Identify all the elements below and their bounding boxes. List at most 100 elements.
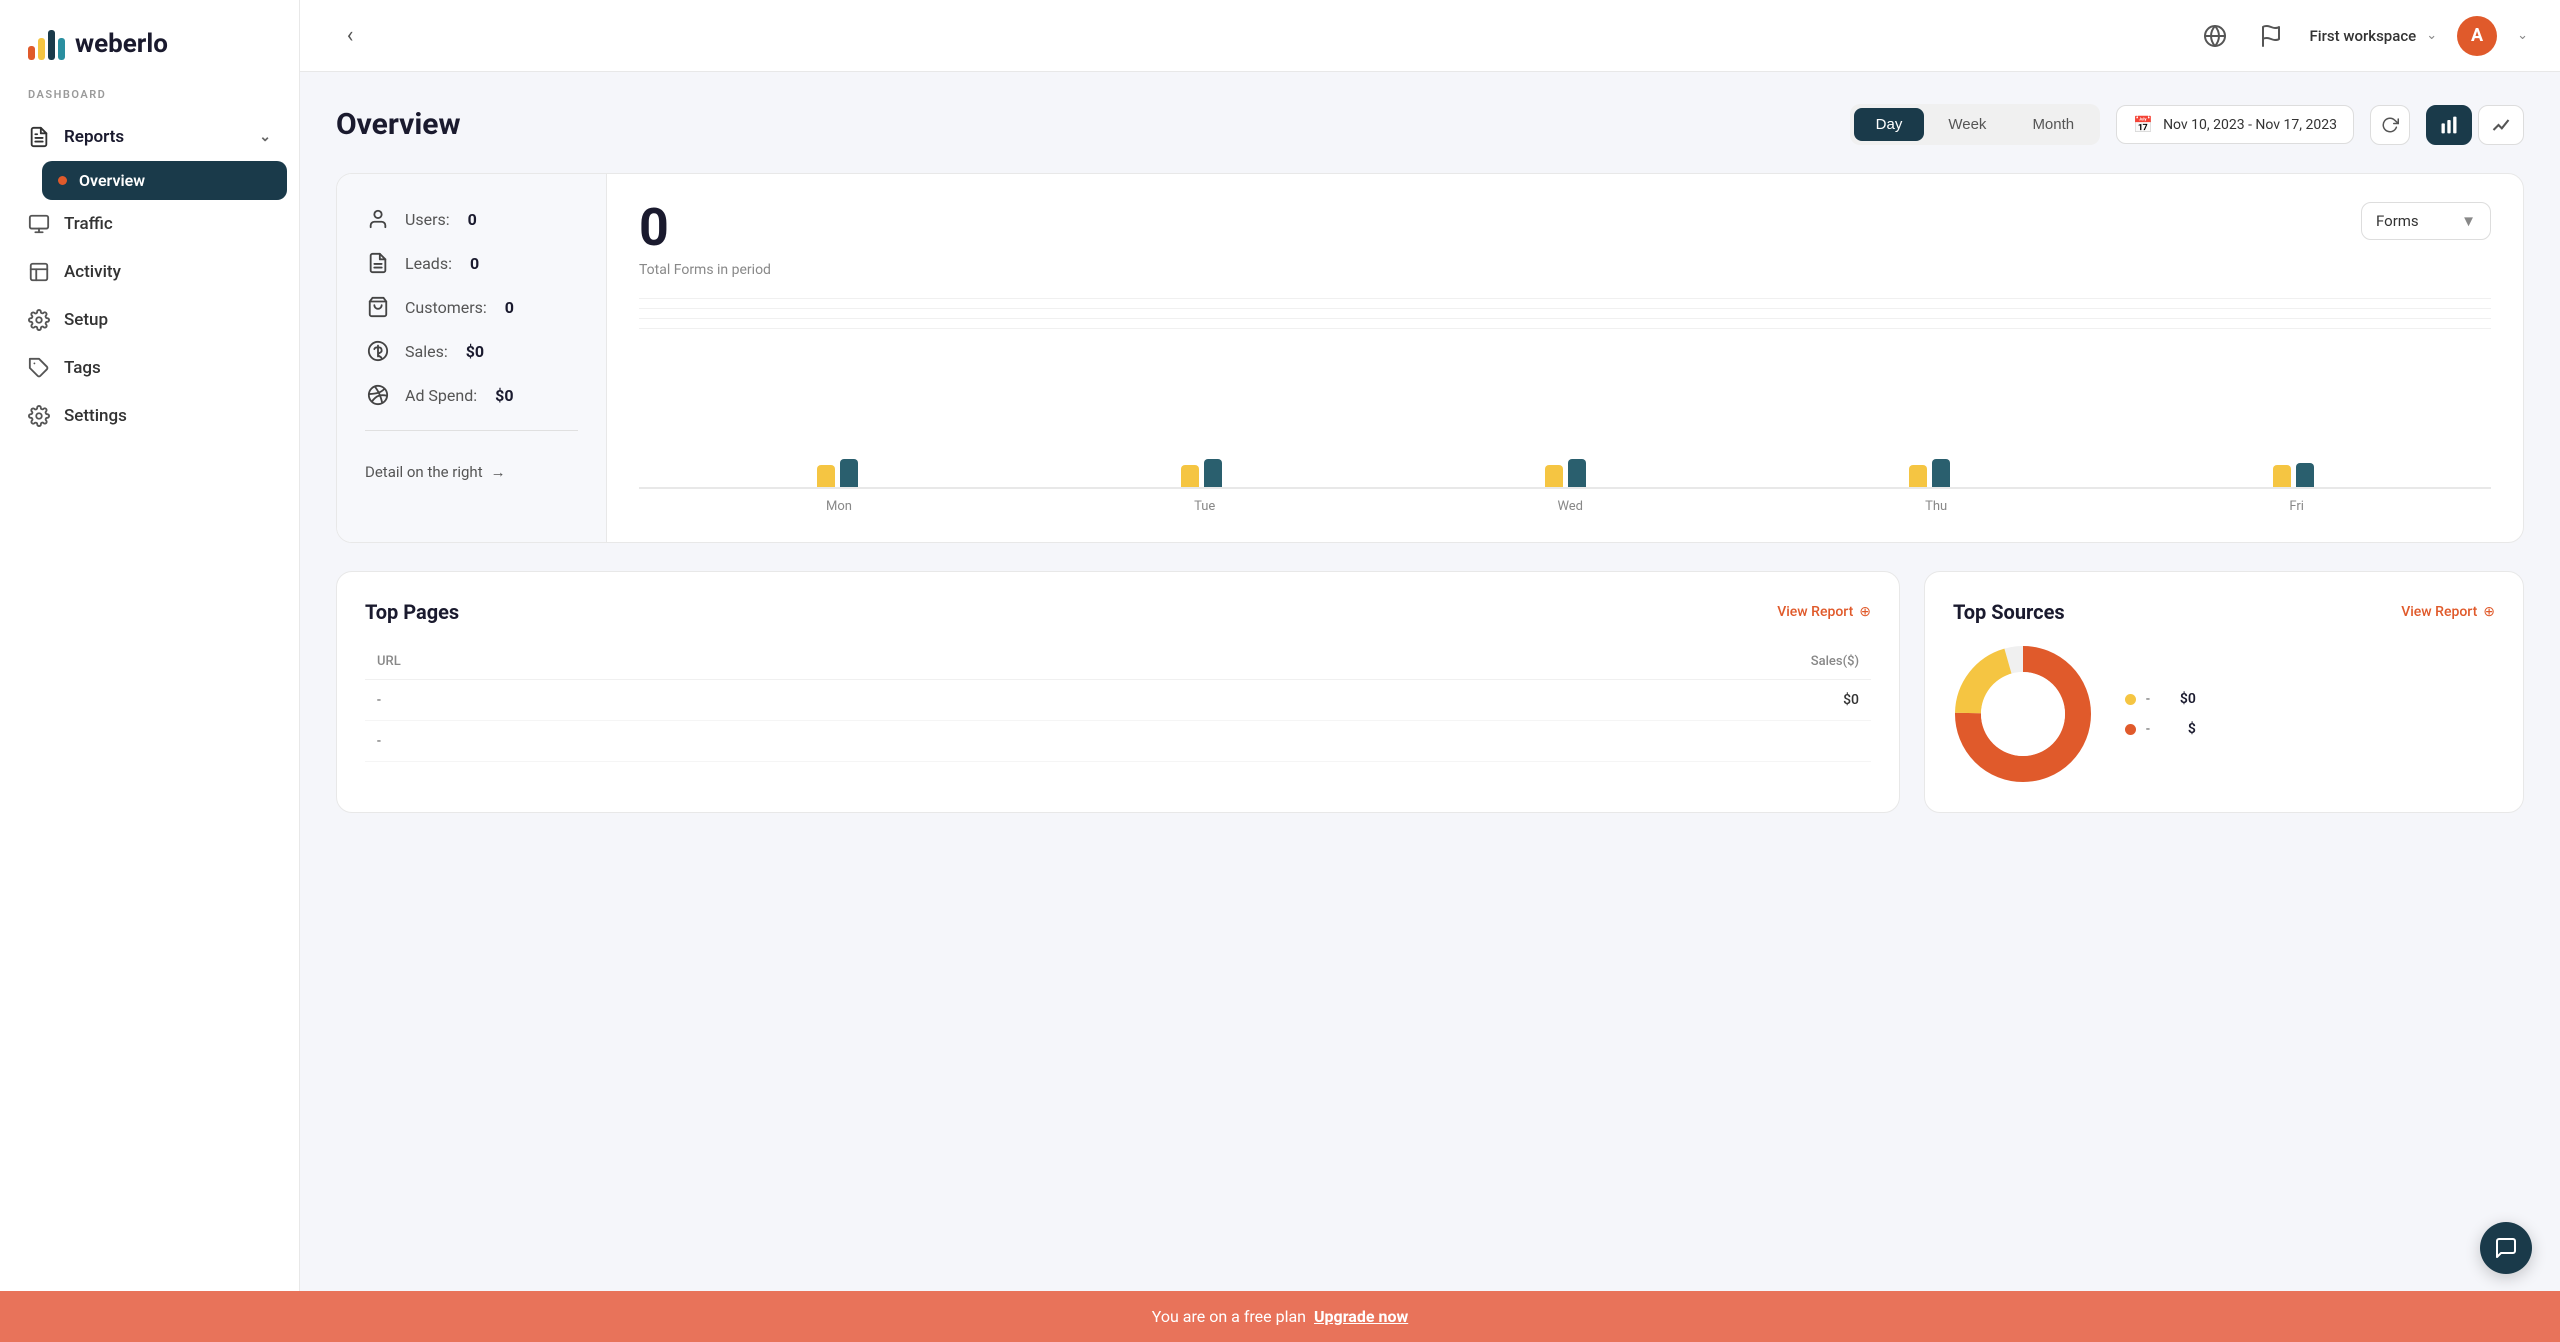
label-tue: Tue bbox=[1194, 499, 1215, 514]
subnav-reports: Overview bbox=[12, 161, 287, 200]
top-sources-header: Top Sources View Report ⊕ bbox=[1953, 600, 2495, 624]
avatar-chevron-icon[interactable]: ⌄ bbox=[2517, 28, 2528, 43]
content-area: Overview Day Week Month 📅 Nov 10, 2023 -… bbox=[300, 72, 2560, 1342]
leads-icon bbox=[365, 250, 391, 276]
sales-label: Sales: bbox=[405, 342, 448, 361]
stats-chart-card: Users: 0 Leads: 0 bbox=[336, 173, 2524, 543]
top-sources-view-report-icon: ⊕ bbox=[2483, 604, 2495, 620]
workspace-selector[interactable]: First workspace ⌄ bbox=[2309, 27, 2437, 45]
top-pages-view-report[interactable]: View Report ⊕ bbox=[1777, 604, 1871, 620]
bar-thu-yellow bbox=[1909, 465, 1927, 487]
top-pages-header: Top Pages View Report ⊕ bbox=[365, 600, 1871, 624]
table-row: - $0 bbox=[365, 680, 1871, 721]
sidebar-item-tags[interactable]: Tags bbox=[12, 344, 287, 392]
workspace-chevron-icon: ⌄ bbox=[2426, 28, 2437, 43]
chart-top: 0 Total Forms in period Forms ▼ bbox=[639, 202, 2491, 278]
sales-column-header: Sales($) bbox=[964, 644, 1871, 680]
bars-row bbox=[639, 329, 2491, 489]
stats-panel: Users: 0 Leads: 0 bbox=[337, 174, 607, 542]
bar-chart-button[interactable] bbox=[2426, 105, 2472, 145]
dashboard-label: DASHBOARD bbox=[0, 88, 299, 113]
tab-month[interactable]: Month bbox=[2010, 108, 2096, 141]
chart-total-area: 0 Total Forms in period bbox=[639, 202, 771, 278]
donut-area: - $0 - $ bbox=[1953, 644, 2495, 784]
sidebar-item-activity-label: Activity bbox=[64, 262, 121, 282]
sidebar-item-activity[interactable]: Activity bbox=[12, 248, 287, 296]
chart-dropdown-label: Forms bbox=[2376, 212, 2419, 230]
top-sources-view-report[interactable]: View Report ⊕ bbox=[2401, 604, 2495, 620]
donut-legend: - $0 - $ bbox=[2125, 691, 2196, 737]
bar-group-mon bbox=[817, 459, 858, 487]
url-column-header: URL bbox=[365, 644, 964, 680]
bar-tue-yellow bbox=[1181, 465, 1199, 487]
users-value: 0 bbox=[468, 210, 477, 229]
sidebar-item-overview[interactable]: Overview bbox=[42, 161, 287, 200]
sidebar-item-setup[interactable]: Setup bbox=[12, 296, 287, 344]
tab-week[interactable]: Week bbox=[1926, 108, 2008, 141]
reports-icon bbox=[28, 126, 50, 148]
overview-header: Overview Day Week Month 📅 Nov 10, 2023 -… bbox=[336, 104, 2524, 145]
tab-day[interactable]: Day bbox=[1854, 108, 1925, 141]
bar-mon-teal bbox=[840, 459, 858, 487]
legend-dot-yellow bbox=[2125, 694, 2136, 705]
chart-dropdown[interactable]: Forms ▼ bbox=[2361, 202, 2491, 240]
flag-icon[interactable] bbox=[2253, 18, 2289, 54]
date-range-selector[interactable]: 📅 Nov 10, 2023 - Nov 17, 2023 bbox=[2116, 105, 2354, 144]
logo-area: weberlo bbox=[0, 0, 299, 88]
bar-thu-teal bbox=[1932, 459, 1950, 487]
top-header: ‹ First workspace ⌄ A ⌄ bbox=[300, 0, 2560, 72]
nav-section: Reports ⌄ Overview Traffic bbox=[0, 113, 299, 440]
overview-dot bbox=[58, 176, 67, 185]
url-cell: - bbox=[365, 721, 964, 762]
sidebar-item-traffic[interactable]: Traffic bbox=[12, 200, 287, 248]
bar-group-tue bbox=[1181, 459, 1222, 487]
bar-wed-teal bbox=[1568, 459, 1586, 487]
stat-leads: Leads: 0 bbox=[365, 250, 578, 276]
users-label: Users: bbox=[405, 210, 450, 229]
top-pages-card: Top Pages View Report ⊕ URL Sales($) bbox=[336, 571, 1900, 813]
chart-total: 0 bbox=[639, 202, 771, 254]
bar-fri-yellow bbox=[2273, 465, 2291, 487]
bar-mon-yellow bbox=[817, 465, 835, 487]
detail-link-text: Detail on the right bbox=[365, 463, 483, 481]
url-cell: - bbox=[365, 680, 964, 721]
adspend-value: $0 bbox=[495, 386, 513, 405]
detail-link[interactable]: Detail on the right → bbox=[365, 463, 578, 481]
globe-icon[interactable] bbox=[2197, 18, 2233, 54]
legend-value-yellow: $0 bbox=[2160, 691, 2196, 707]
date-range-text: Nov 10, 2023 - Nov 17, 2023 bbox=[2163, 117, 2337, 133]
day-labels: Mon Tue Wed Thu Fri bbox=[639, 489, 2491, 514]
table-header-row: URL Sales($) bbox=[365, 644, 1871, 680]
label-wed: Wed bbox=[1557, 499, 1583, 514]
stat-users: Users: 0 bbox=[365, 206, 578, 232]
sidebar-item-traffic-label: Traffic bbox=[64, 214, 113, 234]
logo-icon bbox=[28, 28, 65, 60]
setup-icon bbox=[28, 309, 50, 331]
chart-subtitle: Total Forms in period bbox=[639, 262, 771, 278]
label-mon: Mon bbox=[826, 499, 852, 514]
view-report-label: View Report bbox=[1777, 604, 1853, 620]
top-sources-view-report-label: View Report bbox=[2401, 604, 2477, 620]
activity-icon bbox=[28, 261, 50, 283]
stat-adspend: Ad Spend: $0 bbox=[365, 382, 578, 408]
back-button[interactable]: ‹ bbox=[332, 18, 368, 54]
period-tabs: Day Week Month bbox=[1850, 104, 2100, 145]
avatar[interactable]: A bbox=[2457, 16, 2497, 56]
refresh-button[interactable] bbox=[2370, 105, 2410, 145]
top-pages-title: Top Pages bbox=[365, 600, 459, 624]
sidebar-item-reports-label: Reports bbox=[64, 127, 124, 147]
chart-area: 0 Total Forms in period Forms ▼ bbox=[607, 174, 2523, 542]
legend-item-red: - $ bbox=[2125, 721, 2196, 737]
line-chart-button[interactable] bbox=[2478, 105, 2524, 145]
calendar-icon: 📅 bbox=[2133, 115, 2153, 134]
stat-divider bbox=[365, 430, 578, 431]
customers-label: Customers: bbox=[405, 298, 487, 317]
sidebar-item-settings[interactable]: Settings bbox=[12, 392, 287, 440]
chat-bubble-button[interactable] bbox=[2480, 1222, 2532, 1274]
sidebar-item-reports[interactable]: Reports ⌄ bbox=[12, 113, 287, 161]
upgrade-link[interactable]: Upgrade now bbox=[1314, 1307, 1408, 1326]
tags-icon bbox=[28, 357, 50, 379]
legend-label-yellow: - bbox=[2146, 691, 2150, 707]
leads-value: 0 bbox=[470, 254, 479, 273]
top-sources-title: Top Sources bbox=[1953, 600, 2065, 624]
